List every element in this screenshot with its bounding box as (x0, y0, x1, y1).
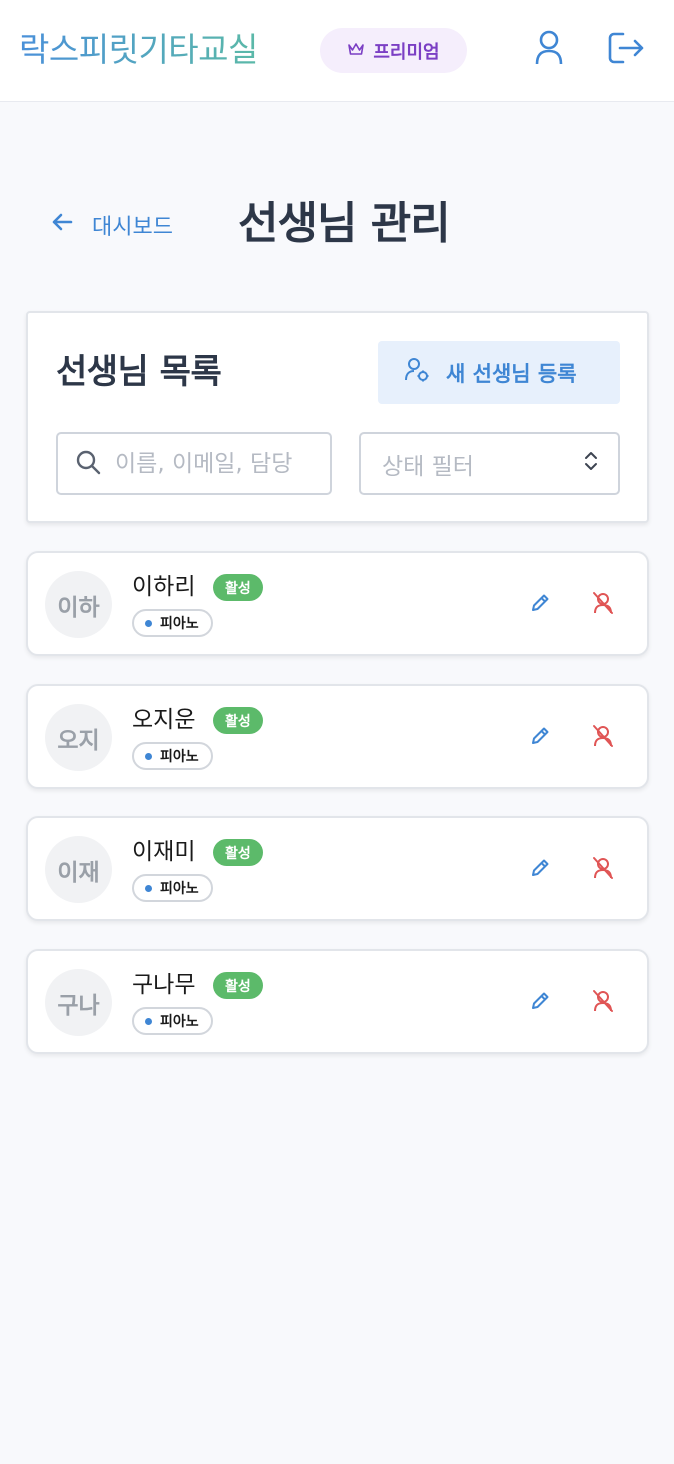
crown-icon (347, 40, 365, 61)
search-box[interactable] (56, 432, 332, 495)
premium-badge[interactable]: 프리미엄 (320, 28, 467, 73)
teacher-name: 이재미 (132, 839, 196, 865)
back-to-dashboard-link[interactable]: 대시보드 (50, 205, 173, 245)
logout-button[interactable] (606, 30, 646, 70)
deactivate-teacher-button[interactable] (587, 589, 619, 621)
user-off-icon (591, 856, 615, 884)
subject-dot-icon (145, 619, 152, 627)
teacher-list-panel: 선생님 목록 새 선생님 등록 상태 필터 (26, 311, 649, 523)
edit-teacher-button[interactable] (524, 854, 556, 886)
deactivate-teacher-button[interactable] (587, 722, 619, 754)
edit-teacher-button[interactable] (524, 987, 556, 1019)
teacher-name: 오지운 (132, 707, 196, 733)
subject-dot-icon (145, 1017, 152, 1025)
brand-logo[interactable]: 락스피릿기타교실 (19, 30, 258, 70)
subject-tag: 피아노 (132, 1007, 213, 1035)
user-off-icon (591, 724, 615, 752)
add-teacher-button[interactable]: 새 선생님 등록 (378, 341, 620, 404)
subject-label: 피아노 (160, 1014, 199, 1030)
status-badge: 활성 (213, 839, 263, 866)
pencil-icon (529, 725, 551, 751)
search-icon (75, 449, 101, 479)
pencil-icon (529, 990, 551, 1016)
subject-label: 피아노 (160, 881, 199, 897)
subject-dot-icon (145, 752, 152, 760)
avatar: 이재 (45, 836, 112, 903)
pencil-icon (529, 592, 551, 618)
avatar: 구나 (45, 969, 112, 1036)
back-label: 대시보드 (92, 215, 173, 240)
avatar: 오지 (45, 704, 112, 771)
teacher-card: 구나 구나무 활성 피아노 (26, 949, 649, 1054)
subject-tag: 피아노 (132, 874, 213, 902)
teacher-name: 구나무 (132, 972, 196, 998)
subject-tag: 피아노 (132, 609, 213, 637)
edit-teacher-button[interactable] (524, 722, 556, 754)
deactivate-teacher-button[interactable] (587, 854, 619, 886)
status-badge: 활성 (213, 707, 263, 734)
subject-label: 피아노 (160, 616, 199, 632)
page-title: 선생님 관리 (238, 198, 451, 249)
subject-dot-icon (145, 884, 152, 892)
chevron-up-down-icon (584, 450, 598, 478)
user-off-icon (591, 989, 615, 1017)
status-badge: 활성 (213, 972, 263, 999)
teacher-name: 이하리 (132, 574, 196, 600)
status-filter-select[interactable]: 상태 필터 (359, 432, 620, 495)
top-header: 락스피릿기타교실 프리미엄 (0, 0, 674, 102)
subject-tag: 피아노 (132, 742, 213, 770)
user-profile-button[interactable] (529, 30, 569, 70)
teacher-card: 오지 오지운 활성 피아노 (26, 684, 649, 789)
status-filter-placeholder: 상태 필터 (382, 453, 474, 480)
user-add-icon (404, 357, 430, 388)
pencil-icon (529, 857, 551, 883)
panel-title: 선생님 목록 (56, 352, 222, 392)
add-teacher-label: 새 선생님 등록 (446, 361, 577, 386)
teacher-card: 이재 이재미 활성 피아노 (26, 816, 649, 921)
subject-label: 피아노 (160, 749, 199, 765)
user-icon (534, 30, 564, 70)
search-input[interactable] (115, 450, 315, 477)
premium-label: 프리미엄 (373, 41, 440, 63)
avatar: 이하 (45, 571, 112, 638)
teacher-card: 이하 이하리 활성 피아노 (26, 551, 649, 656)
edit-teacher-button[interactable] (524, 589, 556, 621)
logout-icon (607, 31, 645, 69)
arrow-left-icon (50, 212, 74, 238)
status-badge: 활성 (213, 574, 263, 601)
user-off-icon (591, 591, 615, 619)
deactivate-teacher-button[interactable] (587, 987, 619, 1019)
